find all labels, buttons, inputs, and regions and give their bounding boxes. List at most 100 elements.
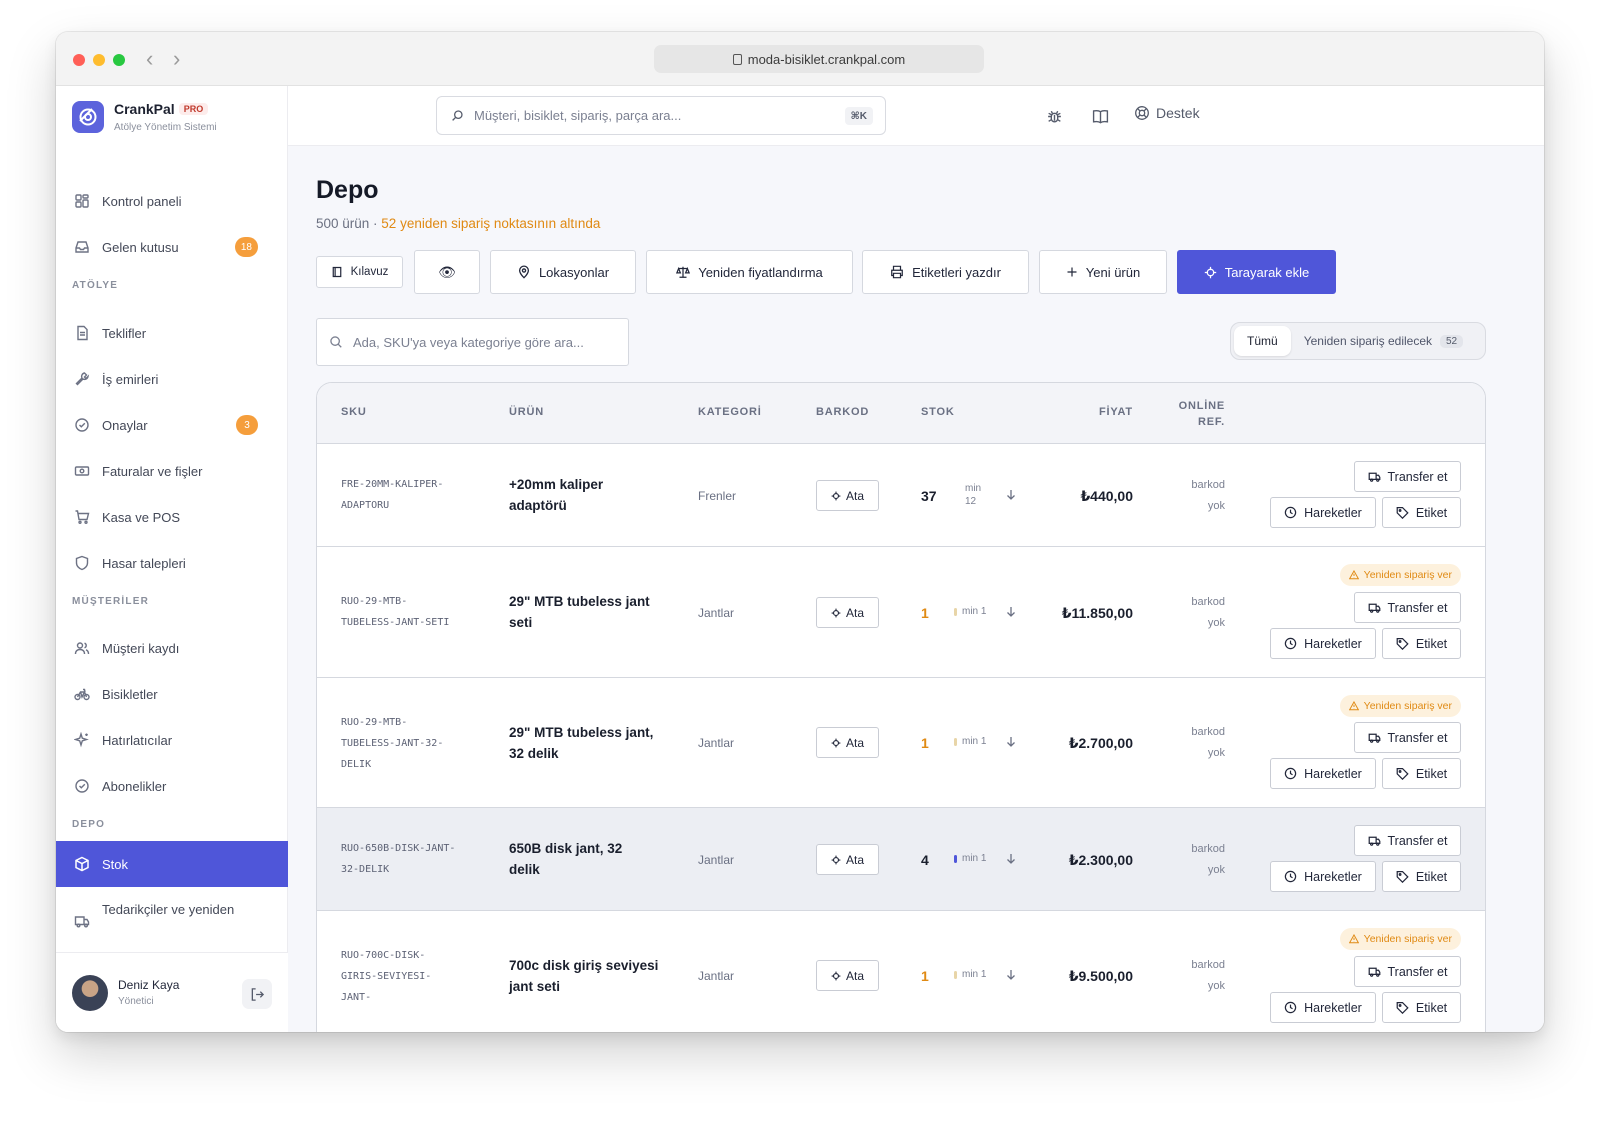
avatar[interactable] (72, 975, 108, 1011)
filter-all-tab[interactable]: Tümü (1234, 326, 1291, 356)
header-category[interactable]: KATEGORİ (698, 406, 762, 418)
header-online-ref[interactable]: ONLİNE REF. (1169, 398, 1225, 430)
scan-add-button[interactable]: Tarayarak ekle (1177, 250, 1336, 294)
sidebar-item-hasar-talepleri[interactable]: Hasar talepleri (56, 540, 288, 586)
locations-button[interactable]: Lokasyonlar (490, 250, 636, 294)
product-line: adaptörü (509, 498, 567, 513)
sku-line: ADAPTORU (341, 500, 390, 511)
header-product[interactable]: ÜRÜN (509, 406, 544, 418)
min-stock: min 1 (954, 606, 986, 617)
maximize-window-button[interactable] (113, 54, 125, 66)
sidebar-item-bisikletler[interactable]: Bisikletler (56, 671, 288, 717)
reorder-warning[interactable]: 52 yeniden sipariş noktasının altında (381, 216, 600, 231)
reorder-badge[interactable]: Yeniden sipariş ver (1339, 564, 1461, 586)
arrow-down-icon[interactable] (1006, 606, 1016, 618)
product-name[interactable]: 700c disk giriş seviyesi jant seti (509, 955, 679, 997)
movements-button[interactable]: Hareketler (1270, 861, 1376, 892)
header-stock[interactable]: STOK (921, 406, 955, 418)
arrow-down-icon[interactable] (1006, 969, 1016, 981)
truck-icon (1368, 472, 1380, 482)
sidebar-item-stok[interactable]: Stok (56, 841, 288, 887)
header-sku[interactable]: SKU (341, 406, 367, 418)
global-search-input[interactable]: Müşteri, bisiklet, sipariş, parça ara...… (436, 96, 886, 135)
label-label: Etiket (1415, 766, 1448, 781)
assign-barcode-button[interactable]: Ata (816, 727, 879, 758)
reorder-badge[interactable]: Yeniden sipariş ver (1339, 928, 1461, 950)
docs-button[interactable] (1090, 106, 1110, 126)
sidebar-item-onaylar[interactable]: Onaylar 3 (56, 402, 288, 448)
label-label: Etiket (1415, 636, 1448, 651)
product-name[interactable]: +20mm kaliper adaptörü (509, 474, 669, 516)
minimize-window-button[interactable] (93, 54, 105, 66)
sidebar-item-faturalar[interactable]: Faturalar ve fişler (56, 448, 288, 494)
bug-report-button[interactable] (1044, 106, 1064, 126)
label-button[interactable]: Etiket (1382, 861, 1461, 892)
transfer-button[interactable]: Transfer et (1354, 825, 1461, 856)
brand[interactable]: CrankPal PRO Atölye Yönetim Sistemi (72, 100, 217, 134)
stock-level-bar (954, 970, 957, 979)
movements-button[interactable]: Hareketler (1270, 758, 1376, 789)
close-window-button[interactable] (73, 54, 85, 66)
price-value: ₺9.500,00 (1068, 968, 1133, 984)
back-arrow-icon[interactable]: ‹ (146, 46, 153, 72)
header-barcode[interactable]: BARKOD (816, 406, 869, 418)
transfer-button[interactable]: Transfer et (1354, 722, 1461, 753)
visibility-toggle-button[interactable]: 👁 (414, 250, 480, 294)
online-ref: barkod yok (1177, 839, 1225, 881)
product-name[interactable]: 650B disk jant, 32 delik (509, 838, 669, 880)
assign-barcode-button[interactable]: Ata (816, 597, 879, 628)
sidebar-item-kasa-pos[interactable]: Kasa ve POS (56, 494, 288, 540)
reprice-button[interactable]: Yeniden fiyatlandırma (646, 250, 853, 294)
guide-button[interactable]: Kılavuz (316, 256, 403, 288)
section-musteriler: MÜŞTERİLER (72, 596, 149, 607)
min-value: 12 (965, 496, 977, 507)
reorder-badge[interactable]: Yeniden sipariş ver (1339, 695, 1461, 717)
movements-button[interactable]: Hareketler (1270, 992, 1376, 1023)
assign-barcode-button[interactable]: Ata (816, 960, 879, 991)
assign-barcode-button[interactable]: Ata (816, 844, 879, 875)
product-name[interactable]: 29" MTB tubeless jant, 32 delik (509, 722, 669, 764)
sidebar-item-tedarikciler[interactable]: Tedarikçiler ve yeniden (56, 887, 288, 933)
sku-line: RUO-29-MTB- (341, 717, 408, 728)
arrow-down-icon[interactable] (1006, 489, 1016, 501)
header-price[interactable]: FİYAT (1099, 406, 1133, 418)
product-line: 29" MTB tubeless jant, (509, 725, 654, 740)
transfer-button[interactable]: Transfer et (1354, 461, 1461, 492)
sidebar-item-musteri-kaydi[interactable]: Müşteri kaydı (56, 625, 288, 671)
address-bar[interactable]: moda-bisiklet.crankpal.com (654, 45, 984, 73)
arrow-down-icon[interactable] (1006, 736, 1016, 748)
table-search-input[interactable]: Ada, SKU'ya veya kategoriye göre ara... (316, 318, 629, 366)
label-button[interactable]: Etiket (1382, 992, 1461, 1023)
assign-label: Ata (845, 852, 864, 867)
sidebar-item-abonelikler[interactable]: Abonelikler (56, 763, 288, 809)
movements-button[interactable]: Hareketler (1270, 628, 1376, 659)
label-button[interactable]: Etiket (1382, 497, 1461, 528)
sidebar-item-kontrol-paneli[interactable]: Kontrol paneli (56, 178, 288, 224)
new-product-button[interactable]: Yeni ürün (1039, 250, 1167, 294)
truck-icon (74, 916, 90, 928)
product-name[interactable]: 29" MTB tubeless jant seti (509, 591, 669, 633)
transfer-button[interactable]: Transfer et (1354, 956, 1461, 987)
sidebar-item-is-emirleri[interactable]: İş emirleri (56, 356, 288, 402)
table-row: RUO-29-MTB- TUBELESS-JANT-32- DELIK 29" … (317, 678, 1485, 808)
min-label: min 1 (962, 736, 987, 747)
movements-button[interactable]: Hareketler (1270, 497, 1376, 528)
arrow-down-icon[interactable] (1006, 853, 1016, 865)
forward-arrow-icon[interactable]: › (173, 46, 180, 72)
logout-icon (251, 987, 264, 1001)
support-label: Destek (1156, 105, 1200, 121)
inbox-count-badge: 18 (234, 237, 258, 257)
logout-button[interactable] (242, 979, 272, 1009)
sidebar-item-gelen-kutusu[interactable]: Gelen kutusu 18 (56, 224, 288, 270)
label-button[interactable]: Etiket (1382, 628, 1461, 659)
assign-barcode-button[interactable]: Ata (816, 480, 879, 511)
print-labels-button[interactable]: Etiketleri yazdır (862, 250, 1029, 294)
transfer-button[interactable]: Transfer et (1354, 592, 1461, 623)
sidebar-item-hatirlaticilar[interactable]: Hatırlatıcılar (56, 717, 288, 763)
price-value: ₺2.300,00 (1068, 852, 1133, 868)
label-button[interactable]: Etiket (1382, 758, 1461, 789)
filter-reorder-tab[interactable]: Yeniden sipariş edilecek 52 (1291, 326, 1476, 356)
sidebar-item-teklifler[interactable]: Teklifler (56, 310, 288, 356)
support-button[interactable]: Destek (1134, 105, 1200, 121)
sidebar-item-label: İş emirleri (102, 371, 159, 387)
